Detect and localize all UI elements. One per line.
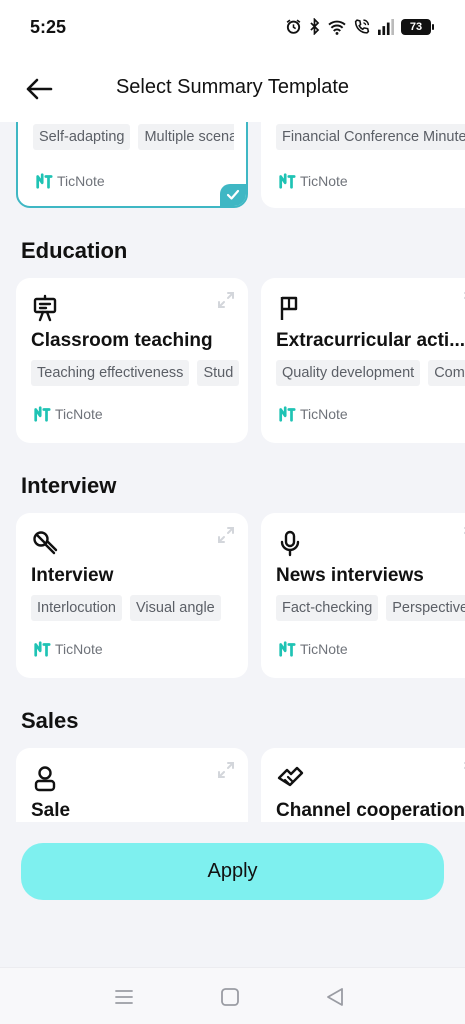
brand-label: TicNote [278,172,348,190]
tag: Teaching effectiveness [31,360,190,386]
home-square-icon[interactable] [219,986,241,1008]
page-title: Select Summary Template [115,76,350,98]
status-icons: 73 [285,18,434,35]
card-title: Extracurricular acti... [276,330,465,351]
tag: Interlocution [31,595,122,621]
brand-name: TicNote [300,641,348,657]
brand-label: TicNote [278,405,348,423]
tag: Perspective [386,595,465,621]
expand-icon[interactable] [216,290,236,310]
back-triangle-icon[interactable] [324,986,346,1008]
brand-name: TicNote [55,406,103,422]
status-bar: 5:25 73 [0,0,465,56]
tag: Financial Conference Minutes [276,124,465,150]
wifi-calling-icon [354,19,370,34]
expand-icon[interactable] [216,760,236,780]
flag-icon [280,296,298,320]
ticnote-logo-icon [279,173,296,189]
tag: Visual angle [130,595,221,621]
handheld-microphone-icon [33,531,58,555]
tag: Self-adapting [33,124,131,150]
template-list[interactable]: Self-adapting Multiple scena TicNote Fin… [0,122,465,822]
battery-icon: 73 [401,18,434,35]
ticnote-logo-icon [279,406,296,422]
tag: Quality development [276,360,421,386]
card-title: Sale [31,800,71,821]
expand-icon[interactable] [216,525,236,545]
apply-button[interactable]: Apply [21,843,444,900]
card-title: Classroom teaching [31,330,213,351]
presentation-board-icon [33,294,57,322]
ticnote-logo-icon [279,641,296,657]
brand-name: TicNote [300,406,348,422]
ticnote-logo-icon [36,173,53,189]
battery-level: 73 [409,20,423,33]
selected-check-icon [220,184,246,206]
template-card-news-interviews[interactable]: News interviews Fact-checking Perspectiv… [261,513,465,678]
ticnote-logo-icon [34,641,51,657]
template-card[interactable]: Financial Conference Minutes TicNote [261,122,465,208]
tag-row: Interlocution Visual angle [31,595,248,621]
tag: Stud [197,360,240,386]
card-title: Interview [31,565,114,586]
tag: Fact-checking [276,595,379,621]
ticnote-logo-icon [34,406,51,422]
app-header: Select Summary Template [0,56,465,122]
system-nav-bar [0,967,465,1024]
brand-name: TicNote [55,641,103,657]
alarm-icon [286,19,301,34]
section-title-interview: Interview [21,473,117,498]
brand-name: TicNote [300,173,348,189]
card-title: Channel cooperation [276,800,465,821]
card-title: News interviews [276,565,424,586]
menu-icon[interactable] [113,986,135,1008]
template-card-selected[interactable]: Self-adapting Multiple scena TicNote [16,122,248,208]
wifi-icon [328,20,346,35]
template-card-sale[interactable]: Sale [16,748,248,822]
tag-row: Quality development Com [276,360,465,386]
tag-row: Fact-checking Perspective [276,595,465,621]
brand-label: TicNote [35,172,105,190]
signal-icon [378,18,394,35]
expand-icon[interactable] [453,290,465,310]
expand-icon[interactable] [453,760,465,780]
template-card-classroom-teaching[interactable]: Classroom teaching Teaching effectivenes… [16,278,248,443]
brand-name: TicNote [57,173,105,189]
brand-label: TicNote [33,405,103,423]
person-icon [34,766,56,792]
handshake-icon [277,766,304,787]
bluetooth-icon [310,18,320,35]
tag: Multiple scena [138,124,234,150]
template-card-interview[interactable]: Interview Interlocution Visual angle Tic… [16,513,248,678]
template-card-channel-cooperation[interactable]: Channel cooperation [261,748,465,822]
status-time: 5:25 [30,17,67,37]
tag-row: Financial Conference Minutes [276,124,465,150]
brand-label: TicNote [278,640,348,658]
section-title-sales: Sales [21,708,79,733]
microphone-icon [280,530,300,557]
expand-icon[interactable] [453,525,465,545]
tag-row: Self-adapting Multiple scena [33,124,234,150]
section-title-education: Education [21,238,128,263]
brand-label: TicNote [33,640,103,658]
template-card-extracurricular[interactable]: Extracurricular acti... Quality developm… [261,278,465,443]
tag: Com [428,360,465,386]
tag-row: Teaching effectiveness Stud [31,360,248,386]
